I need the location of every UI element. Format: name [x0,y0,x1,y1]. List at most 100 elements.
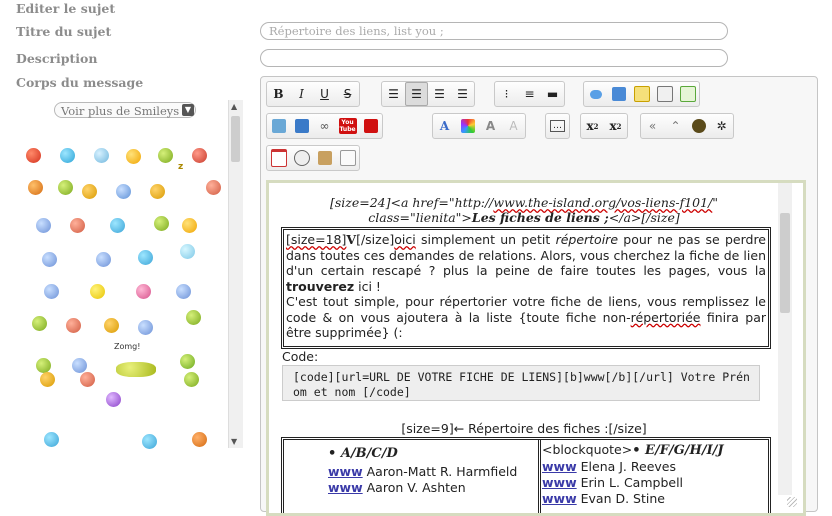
warning-note-icon[interactable] [630,82,653,106]
editor-scroll-thumb[interactable] [780,213,790,313]
color-palette-icon[interactable] [456,114,479,138]
smiley-hi-icon[interactable] [36,358,51,373]
smiley-angry-icon[interactable] [26,148,41,163]
forum-logo-icon[interactable] [687,114,710,138]
underline-button[interactable]: U [313,82,336,106]
title-input[interactable]: Répertoire des liens, list you ; [260,22,728,40]
subscript-button[interactable]: x2 [581,114,604,138]
bold-button[interactable]: B [267,82,290,106]
smiley-sad-icon[interactable] [42,252,57,267]
smiley-hot-icon[interactable] [182,218,197,233]
smiley-orange-icon[interactable] [192,432,207,447]
edit-note-icon[interactable] [653,82,676,106]
smiley-pink-icon[interactable] [136,284,151,299]
highlight-icon[interactable]: A [502,114,525,138]
horizontal-rule-icon[interactable]: ▬ [541,82,564,106]
fiche-link[interactable]: www [328,480,363,495]
smiley-tongue-icon[interactable] [176,284,191,299]
bullet-list-icon[interactable]: ⁝ [495,82,518,106]
scroll-thumb[interactable] [231,116,240,162]
description-input[interactable] [260,49,728,67]
smiley-shock-icon[interactable] [206,180,221,195]
smiley-ghost-icon[interactable] [36,218,51,233]
paste-icon[interactable] [313,146,336,170]
flash-icon[interactable] [359,114,382,138]
superscript-button[interactable]: x2 [604,114,627,138]
smiley-mime-icon[interactable] [44,284,59,299]
fiche-link[interactable]: www [542,459,577,474]
smiley-group-icon[interactable] [116,362,156,377]
smiley-blush-icon[interactable] [66,318,81,333]
smiley-scared-icon[interactable] [70,218,85,233]
heading-open: [size=24]<a href="http:// [329,195,494,210]
strike-button[interactable]: S [336,82,359,106]
speech-bubble-icon[interactable] [584,82,607,106]
smiley-wave-icon[interactable] [96,252,111,267]
fiche-link[interactable]: www [542,491,577,506]
para1-text-a: simplement un petit [415,232,556,247]
more-smileys-select[interactable]: Voir plus de Smileys ▼ [54,102,196,118]
smiley-scrollbar[interactable]: ▲ ▼ [228,100,243,448]
scroll-down-icon[interactable]: ▼ [231,437,237,446]
add-page-icon[interactable] [676,82,699,106]
fiche-link[interactable]: www [542,475,577,490]
back-icon[interactable]: « [641,114,664,138]
smiley-nod-icon[interactable] [72,358,87,373]
image-upload-icon[interactable] [290,114,313,138]
smiley-purple-icon[interactable] [106,392,121,407]
smiley-sick-icon[interactable] [154,216,169,231]
para2-repertoriee: répertoriée [630,309,701,325]
smiley-cry-icon[interactable] [110,218,125,233]
smiley-eye-icon[interactable] [116,184,131,199]
smiley-cool-icon[interactable] [82,184,97,199]
align-left-icon[interactable]: ☰ [382,82,405,106]
fiche-link[interactable]: www [328,464,363,479]
smiley-hug-icon[interactable] [138,320,153,335]
smiley-rain-icon[interactable] [180,244,195,259]
message-body-textarea[interactable]: [size=24]<a href="http://www.the-island.… [266,180,806,516]
align-right-icon[interactable]: ☰ [428,82,451,106]
numbered-list-icon[interactable]: ≡ [518,82,541,106]
italic-button[interactable]: I [290,82,313,106]
more-options-icon[interactable]: … [546,114,569,138]
smiley-fishing-icon[interactable] [180,354,195,369]
up-icon[interactable]: ⌃ [664,114,687,138]
smiley-idea-icon[interactable] [158,148,173,163]
col2-header: • E/F/G/H/I/J [632,443,724,458]
smiley-ball-icon[interactable] [138,250,153,265]
youtube-icon[interactable]: You Tube [336,114,359,138]
scroll-up-icon[interactable]: ▲ [231,102,237,111]
document-icon[interactable] [336,146,359,170]
smiley-megaphone-icon[interactable] [44,432,59,447]
heading-close-quote: " [712,195,719,210]
smiley-sleep-icon[interactable] [150,184,165,199]
calendar-icon[interactable] [267,146,290,170]
col2-prefix: <blockquote> [542,442,633,457]
nav-group: « ⌃ ✲ [640,113,734,139]
smiley-bomb-icon[interactable] [142,434,157,449]
smiley-blue-icon[interactable] [60,148,75,163]
smiley-yellow-icon[interactable] [126,149,141,164]
smiley-knife-icon[interactable] [32,316,47,331]
smiley-glasses-icon[interactable] [94,148,109,163]
editor-scrollbar[interactable] [778,183,792,495]
font-face-icon[interactable]: A [433,114,456,138]
clock-icon[interactable] [290,146,313,170]
link-icon[interactable]: ∞ [313,114,336,138]
smiley-devil-icon[interactable] [192,148,207,163]
duck-icon[interactable] [90,284,105,299]
smiley-worried-icon[interactable] [80,372,95,387]
align-center-icon[interactable]: ☰ [405,82,428,106]
resize-handle-icon[interactable] [787,497,797,507]
smiley-broom-icon[interactable] [28,180,43,195]
smiley-cactus-icon[interactable] [186,310,201,325]
smiley-apple-icon[interactable] [184,372,199,387]
align-justify-icon[interactable]: ☰ [451,82,474,106]
quote-icon[interactable] [607,82,630,106]
font-size-icon[interactable]: A [479,114,502,138]
smiley-green-icon[interactable] [58,180,73,195]
wrench-icon[interactable]: ✲ [710,114,733,138]
smiley-grin-icon[interactable] [104,318,119,333]
smiley-surprised-icon[interactable] [40,372,55,387]
image-icon[interactable] [267,114,290,138]
